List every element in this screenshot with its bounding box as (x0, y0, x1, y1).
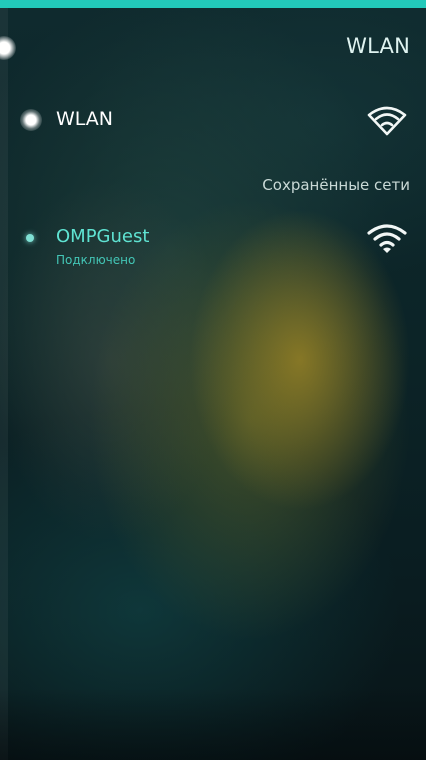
wifi-signal-icon (367, 224, 407, 253)
connected-indicator (26, 234, 34, 242)
network-status: Подключено (56, 253, 136, 267)
wlan-toggle-switch[interactable] (20, 109, 42, 131)
pulley-menu-indicator[interactable] (0, 36, 16, 60)
wifi-outline-icon (367, 106, 407, 136)
saved-networks-header: Сохранённые сети (262, 176, 410, 194)
top-accent-line (0, 0, 426, 8)
wlan-settings-page: WLAN WLAN Сохранённые сети OMPGuest Подк… (0, 0, 426, 760)
wlan-toggle-row[interactable]: WLAN (0, 96, 426, 144)
network-item-ompguest[interactable]: OMPGuest Подключено (0, 220, 426, 276)
page-title: WLAN (346, 34, 410, 58)
bottom-fade (0, 688, 426, 760)
network-ssid: OMPGuest (56, 226, 150, 247)
wlan-toggle-label: WLAN (56, 108, 114, 130)
